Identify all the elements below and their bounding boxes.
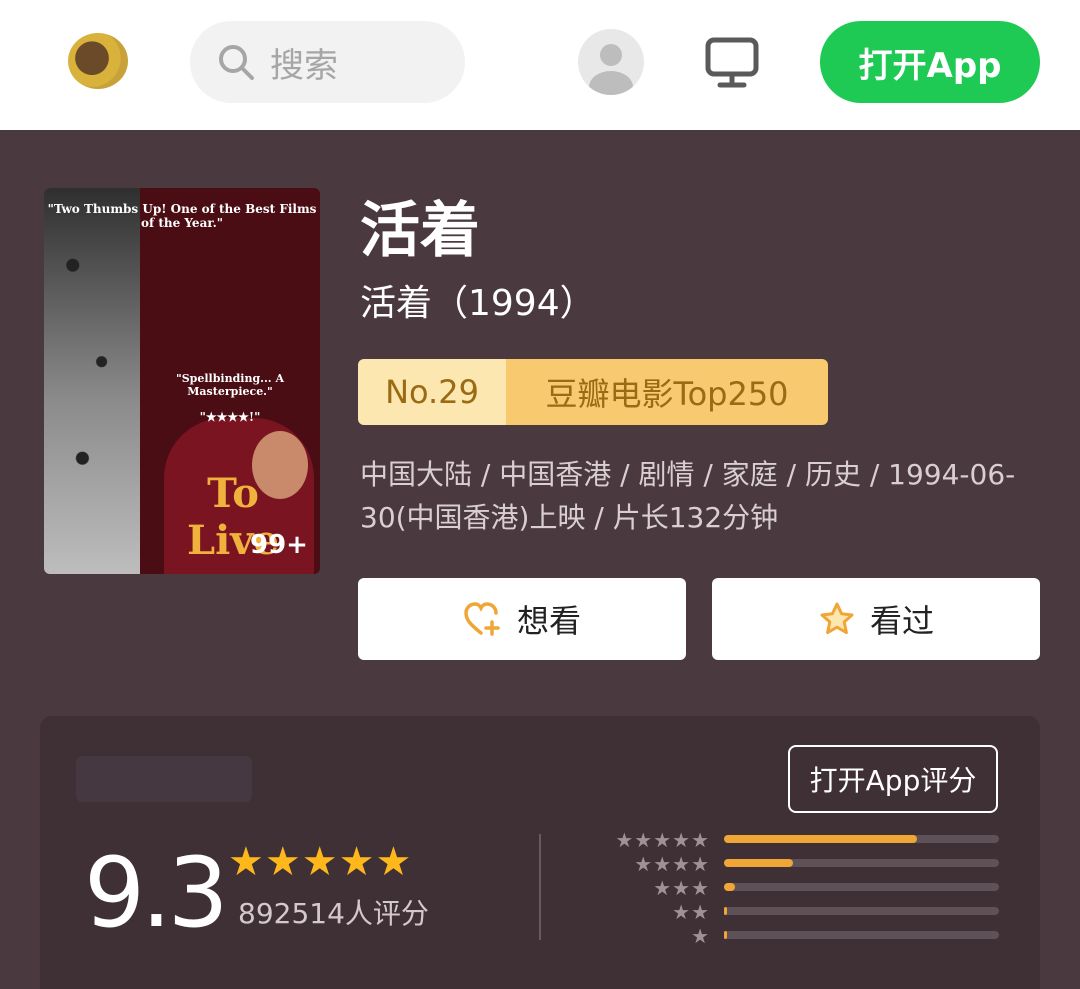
user-icon[interactable]	[578, 29, 644, 95]
want-to-watch-button[interactable]: 想看	[358, 578, 686, 660]
rating-count: 892514人评分	[238, 897, 429, 930]
watched-label: 看过	[869, 602, 934, 640]
distribution-stars: ★★★★	[634, 852, 710, 876]
distribution-bar-track	[724, 883, 999, 891]
poster-quote-top: "Two Thumbs Up! One of the Best Films of…	[47, 202, 317, 230]
rating-stars: ★★★★★	[228, 839, 413, 885]
rating-score: 9.3	[84, 837, 229, 949]
poster-count-badge: 99+	[250, 530, 308, 560]
distribution-bar-track	[724, 835, 999, 843]
divider	[539, 834, 541, 940]
poster-quote-mid: "Spellbinding... A Masterpiece."	[175, 372, 284, 398]
search-placeholder: 搜索	[270, 45, 338, 86]
rating-distribution-row: ★★★★★	[600, 830, 1000, 850]
distribution-bar-fill	[724, 859, 793, 867]
distribution-stars: ★	[691, 924, 710, 948]
rank-list-name: 豆瓣电影Top250	[506, 359, 828, 425]
open-app-rate-button[interactable]: 打开App评分	[788, 745, 998, 813]
search-input[interactable]: 搜索	[190, 21, 465, 103]
rank-number: No.29	[358, 359, 506, 425]
distribution-stars: ★★	[672, 900, 710, 924]
distribution-bar-track	[724, 859, 999, 867]
distribution-bar-fill	[724, 907, 727, 915]
distribution-stars: ★★★★★	[615, 828, 710, 852]
movie-meta: 中国大陆 / 中国香港 / 剧情 / 家庭 / 历史 / 1994-06-30(…	[360, 458, 1016, 534]
search-icon	[219, 45, 254, 80]
distribution-bar-fill	[724, 835, 917, 843]
rating-label-placeholder	[76, 756, 252, 802]
distribution-bar-fill	[724, 883, 735, 891]
rating-distribution-row: ★	[600, 926, 1000, 946]
rating-card: 打开App评分 9.3 ★★★★★ 892514人评分 ★★★★★ ★★★★ ★★★…	[40, 716, 1040, 989]
rating-distribution-row: ★★★★	[600, 854, 1000, 874]
distribution-bar-track	[724, 907, 999, 915]
want-to-watch-label: 想看	[516, 602, 581, 640]
page-title: 活着	[360, 196, 480, 266]
distribution-stars: ★★★	[653, 876, 710, 900]
open-app-button[interactable]: 打开App	[820, 21, 1040, 103]
poster-snow-scene	[44, 188, 140, 574]
tv-icon[interactable]	[705, 37, 759, 89]
watched-button[interactable]: 看过	[712, 578, 1040, 660]
heart-plus-icon	[463, 601, 503, 637]
distribution-bar-track	[724, 931, 999, 939]
top250-badge[interactable]: No.29 豆瓣电影Top250	[358, 359, 828, 425]
poster-stars: "★★★★!"	[199, 410, 261, 424]
avatar[interactable]	[68, 33, 128, 89]
top-bar: 搜索 打开App	[0, 0, 1080, 130]
distribution-bar-fill	[724, 931, 727, 939]
rating-distribution-row: ★★★	[600, 878, 1000, 898]
movie-subtitle: 活着（1994）	[360, 283, 596, 324]
star-icon	[818, 601, 856, 637]
rating-distribution-row: ★★	[600, 902, 1000, 922]
